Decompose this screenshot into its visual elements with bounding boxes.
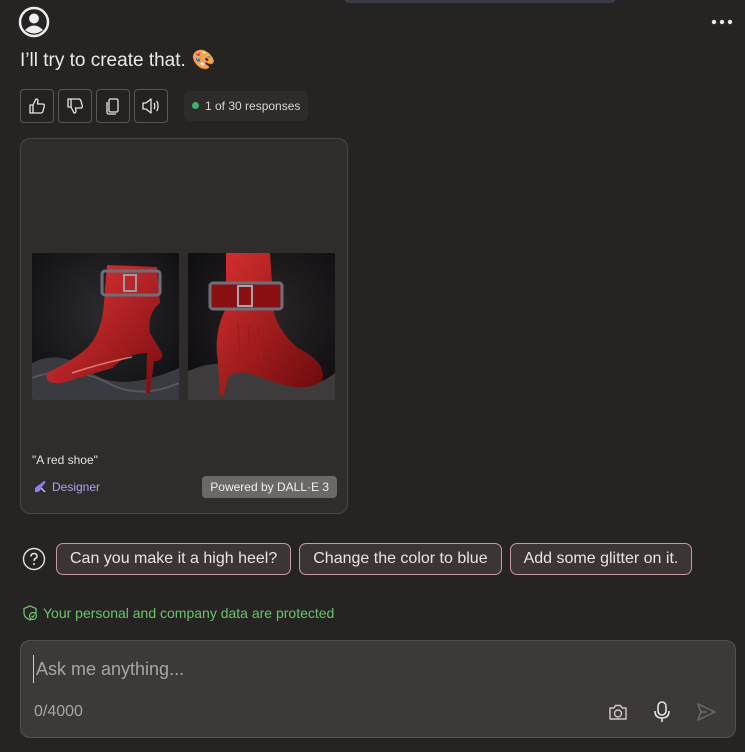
thumbs-down-button[interactable] <box>58 88 92 123</box>
help-icon[interactable] <box>22 547 46 571</box>
message-text: I’ll try to create that. <box>20 50 186 71</box>
thumbs-up-button[interactable] <box>20 88 54 123</box>
thumbs-up-icon <box>29 97 45 114</box>
bot-message: I’ll try to create that. 🎨 <box>20 48 215 72</box>
suggestion-chip[interactable]: Add some glitter on it. <box>509 543 693 575</box>
camera-icon[interactable] <box>605 699 631 725</box>
suggestion-chip[interactable]: Can you make it a high heel? <box>56 543 292 575</box>
read-aloud-button[interactable] <box>134 88 168 123</box>
shield-check-icon <box>23 605 38 621</box>
privacy-notice: Your personal and company data are prote… <box>22 605 334 621</box>
privacy-text: Your personal and company data are prote… <box>43 605 335 621</box>
top-bar <box>345 0 615 3</box>
speaker-icon <box>142 97 159 114</box>
status-dot <box>192 102 199 109</box>
suggestion-bar: Can you make it a high heel? Change the … <box>22 543 693 575</box>
powered-by-badge: Powered by DALL·E 3 <box>202 476 337 498</box>
generated-image-1[interactable] <box>32 253 179 400</box>
copy-icon <box>106 97 119 115</box>
palette-emoji: 🎨 <box>191 50 216 71</box>
char-counter: 0/4000 <box>34 703 83 720</box>
copy-button[interactable] <box>96 88 130 123</box>
send-icon[interactable] <box>693 699 719 725</box>
designer-icon <box>34 481 46 493</box>
thumbs-down-icon <box>67 97 83 114</box>
suggestion-chip[interactable]: Change the color to blue <box>299 543 502 575</box>
composer-actions <box>605 699 719 725</box>
image-result-card: "A red shoe" Designer Powered by DALL·E … <box>20 138 348 514</box>
more-icon[interactable] <box>709 12 735 32</box>
message-actions: 1 of 30 responses <box>20 88 309 123</box>
composer: 0/4000 <box>20 640 736 738</box>
response-counter: 1 of 30 responses <box>184 90 309 121</box>
image-prompt: "A red shoe" <box>32 453 98 467</box>
generated-image-2[interactable] <box>188 253 335 400</box>
user-avatar-icon[interactable] <box>18 6 50 38</box>
response-count-label: 1 of 30 responses <box>205 98 301 113</box>
microphone-icon[interactable] <box>649 699 675 725</box>
designer-label: Designer <box>52 480 101 494</box>
designer-link[interactable]: Designer <box>32 479 100 495</box>
chat-input[interactable] <box>33 655 598 683</box>
